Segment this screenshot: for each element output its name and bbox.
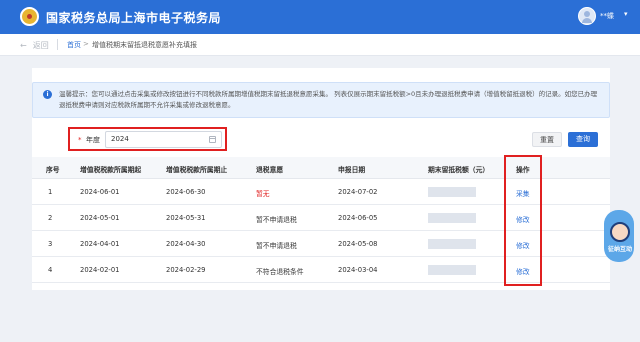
column-header-no: 序号: [46, 166, 60, 174]
cell-filing-date: 2024-06-05: [338, 214, 378, 222]
breadcrumb-home-link[interactable]: 首页: [67, 40, 81, 50]
column-header-filing-date: 申报日期: [338, 166, 366, 174]
cell-no: 2: [48, 214, 53, 222]
cell-period-end: 2024-05-31: [166, 214, 206, 222]
cell-refund-intent: 暂不申请退税: [256, 216, 297, 224]
top-header: 国家税务总局上海市电子税务局 **蝶 ▾: [0, 0, 640, 34]
cell-period-start: 2024-04-01: [80, 240, 120, 248]
back-button[interactable]: ← 返回: [20, 40, 49, 51]
cell-no: 1: [48, 188, 53, 196]
column-header-refund-intent: 退税意愿: [256, 166, 284, 174]
year-label: 年度: [86, 136, 100, 144]
assistant-label: 征纳互动: [607, 246, 632, 253]
column-header-credit-balance: 期末留抵税额（元）: [428, 166, 490, 174]
year-value: 2024: [111, 135, 129, 143]
calendar-icon[interactable]: [209, 136, 216, 143]
cell-refund-intent: 暂无: [256, 190, 270, 198]
breadcrumb-bar: ← 返回 首页 > 增值税期末留抵退税意愿补充填报: [0, 34, 640, 56]
cell-no: 3: [48, 240, 53, 248]
back-arrow-icon: ←: [20, 41, 27, 50]
chevron-down-icon[interactable]: ▾: [624, 10, 628, 18]
cell-period-end: 2024-06-30: [166, 188, 206, 196]
user-avatar[interactable]: [578, 7, 596, 25]
main-card: i 温馨提示：您可以通过点击采集或修改按钮进行不同税款所属期增值税期末留抵退税意…: [32, 68, 610, 290]
cell-period-start: 2024-02-01: [80, 266, 120, 274]
cell-no: 4: [48, 266, 53, 274]
cell-filing-date: 2024-05-08: [338, 240, 378, 248]
masked-amount: [428, 213, 476, 223]
reset-button[interactable]: 重置: [532, 132, 562, 147]
breadcrumb-current: 增值税期末留抵退税意愿补充填报: [92, 41, 197, 49]
masked-amount: [428, 187, 476, 197]
query-button[interactable]: 查询: [568, 132, 598, 147]
column-header-period-start: 增值税税款所属期起: [80, 166, 142, 174]
system-title: 国家税务总局上海市电子税务局: [46, 11, 222, 25]
year-picker[interactable]: 2024: [105, 131, 222, 148]
divider: [57, 39, 58, 50]
cell-period-end: 2024-02-29: [166, 266, 206, 274]
cell-period-start: 2024-05-01: [80, 214, 120, 222]
breadcrumb-separator: >: [83, 40, 89, 48]
cell-period-end: 2024-04-30: [166, 240, 206, 248]
notice-banner: i 温馨提示：您可以通过点击采集或修改按钮进行不同税款所属期增值税期末留抵退税意…: [32, 82, 610, 118]
back-label: 返回: [32, 41, 49, 50]
cell-filing-date: 2024-07-02: [338, 188, 378, 196]
assistant-avatar-icon: [610, 222, 630, 242]
action-column-highlight: [504, 155, 542, 286]
cell-refund-intent: 暂不申请退税: [256, 242, 297, 250]
username[interactable]: **蝶: [600, 11, 614, 21]
notice-text: 温馨提示：您可以通过点击采集或修改按钮进行不同税款所属期增值税期末留抵退税意愿采…: [59, 90, 598, 109]
column-header-period-end: 增值税税款所属期止: [166, 166, 228, 174]
cell-refund-intent: 不符合退税条件: [256, 268, 304, 276]
info-icon: i: [43, 90, 52, 99]
cell-filing-date: 2024-03-04: [338, 266, 378, 274]
tax-emblem-icon: [20, 7, 39, 26]
masked-amount: [428, 239, 476, 249]
interaction-assistant-widget[interactable]: 征纳互动: [604, 210, 636, 264]
masked-amount: [428, 265, 476, 275]
required-mark: *: [78, 136, 82, 144]
cell-period-start: 2024-06-01: [80, 188, 120, 196]
